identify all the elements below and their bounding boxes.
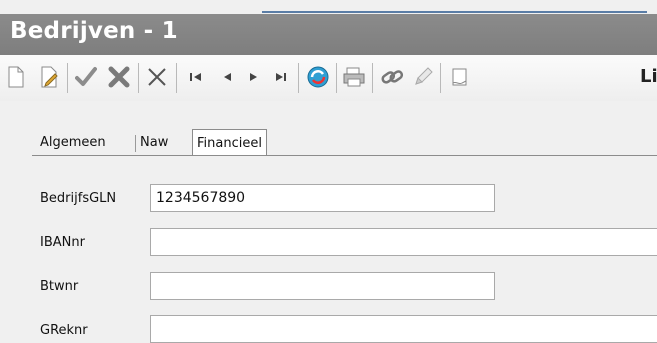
tab-underline xyxy=(32,155,657,156)
bedrijfsgln-field[interactable]: 1234567890 xyxy=(150,184,495,212)
toolbar-separator xyxy=(372,63,373,93)
toolbar-separator xyxy=(336,63,337,93)
ibannr-field[interactable] xyxy=(150,228,657,256)
accent-line xyxy=(262,11,647,13)
new-document-icon[interactable] xyxy=(4,65,28,89)
toolbar: Lij xyxy=(0,55,657,102)
tab-separator xyxy=(135,135,136,152)
delete-x-icon[interactable] xyxy=(107,65,131,89)
link-icon[interactable] xyxy=(380,65,404,89)
previous-record-icon[interactable] xyxy=(215,65,239,89)
print-icon[interactable] xyxy=(342,65,366,89)
toolbar-separator xyxy=(176,63,177,93)
ibannr-label: IBANnr xyxy=(40,235,85,250)
btwnr-field[interactable] xyxy=(150,272,495,300)
pen-icon[interactable] xyxy=(411,65,435,89)
tab-algemeen[interactable]: Algemeen xyxy=(40,131,106,155)
refresh-icon[interactable] xyxy=(306,65,330,89)
tab-financieel[interactable]: Financieel xyxy=(192,129,267,156)
bedrijfsgln-label: BedrijfsGLN xyxy=(40,191,117,206)
toolbar-separator xyxy=(298,63,299,93)
top-strip xyxy=(0,0,657,14)
list-icon[interactable] xyxy=(448,65,472,89)
btwnr-label: Btwnr xyxy=(40,279,79,294)
close-x-icon[interactable] xyxy=(145,65,169,89)
next-record-icon[interactable] xyxy=(242,65,266,89)
last-record-icon[interactable] xyxy=(269,65,293,89)
toolbar-separator xyxy=(440,63,441,93)
tab-naw[interactable]: Naw xyxy=(140,131,168,155)
greknr-field[interactable] xyxy=(150,315,657,343)
first-record-icon[interactable] xyxy=(184,65,208,89)
toolbar-separator xyxy=(67,63,68,93)
toolbar-separator xyxy=(138,63,139,93)
edit-document-icon[interactable] xyxy=(38,65,62,89)
window-title: Bedrijven - 1 xyxy=(10,18,178,44)
greknr-label: GReknr xyxy=(40,323,88,338)
checkmark-icon[interactable] xyxy=(74,65,98,89)
toolbar-trailing-label[interactable]: Lij xyxy=(640,66,657,87)
title-bar: Bedrijven - 1 xyxy=(0,14,657,55)
